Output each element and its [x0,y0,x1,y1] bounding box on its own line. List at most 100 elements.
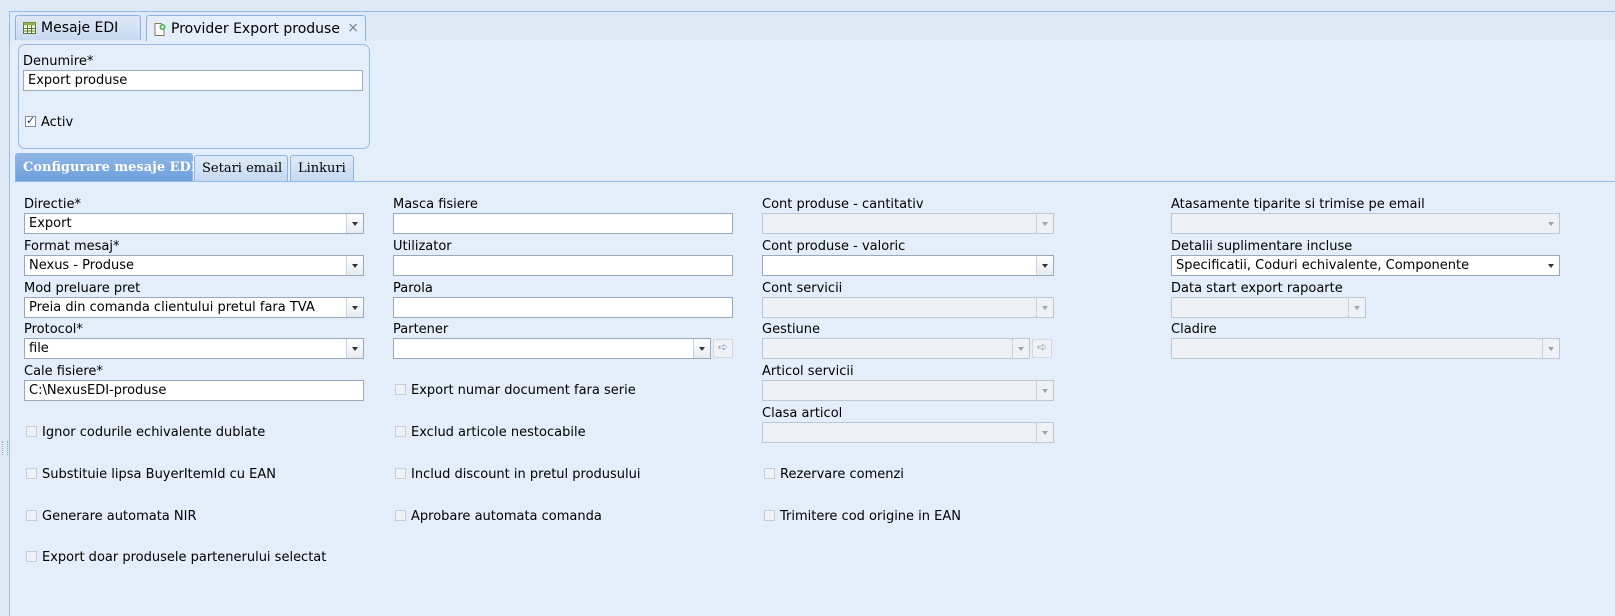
tab-linkuri[interactable]: Linkuri [290,155,354,181]
ignor-coduri-checkbox[interactable] [26,426,37,437]
clasa-articol-combo[interactable] [762,422,1054,443]
partener-open-button[interactable] [713,339,733,358]
chevron-down-icon[interactable] [1348,298,1365,317]
chevron-down-icon[interactable] [1542,339,1559,358]
tab-label: Provider Export produse [171,21,340,37]
chevron-down-icon[interactable] [1012,339,1029,358]
atasamente-combo[interactable] [1171,213,1560,234]
chevron-down-icon[interactable] [1036,381,1053,400]
rezervare-comenzi-checkbox[interactable] [764,468,775,479]
chevron-down-icon[interactable] [346,256,363,275]
splitter-grip[interactable] [2,441,8,455]
parola-field[interactable] [393,297,733,318]
cale-fisiere-label: Cale fisiere* [24,364,103,379]
articol-servicii-label: Articol servicii [762,364,854,379]
partener-label: Partener [393,322,449,337]
chevron-down-icon[interactable] [1036,256,1053,275]
chevron-down-icon[interactable] [346,339,363,358]
tab-label: Setari email [202,161,283,176]
articol-servicii-combo[interactable] [762,380,1054,401]
aprobare-comanda-checkbox[interactable] [395,510,406,521]
masca-fisiere-label: Masca fisiere [393,197,478,212]
close-icon[interactable]: × [347,20,359,36]
cladire-label: Cladire [1171,322,1217,337]
combo-value: Export [29,216,72,231]
denumire-field[interactable]: Export produse [23,70,363,91]
tab-setari-email[interactable]: Setari email [194,155,288,181]
chevron-down-icon[interactable] [1036,298,1053,317]
clasa-articol-label: Clasa articol [762,406,843,421]
top-band [0,0,1615,12]
utilizator-label: Utilizator [393,239,452,254]
tab-divider [14,181,1615,182]
tab-mesaje-edi[interactable]: Mesaje EDI [15,15,141,40]
parola-label: Parola [393,281,433,296]
cont-produse-valoric-combo[interactable] [762,255,1054,276]
format-mesaj-label: Format mesaj* [24,239,120,254]
tab-label: Configurare mesaje EDI [23,160,197,175]
tab-label: Linkuri [298,161,346,176]
partener-combo[interactable] [393,338,711,359]
mod-preluare-pret-label: Mod preluare pret [24,281,141,296]
export-numar-document-label: Export numar document fara serie [411,383,636,398]
gestiune-label: Gestiune [762,322,821,337]
chevron-down-icon[interactable] [346,298,363,317]
chevron-down-icon[interactable] [1543,256,1559,275]
activ-label: Activ [41,115,74,130]
combo-value: Specificatii, Coduri echivalente, Compon… [1176,258,1470,273]
generare-nir-checkbox[interactable] [26,510,37,521]
export-produse-partener-label: Export doar produsele partenerului selec… [42,550,327,565]
gestiune-open-button[interactable] [1032,339,1052,358]
directie-label: Directie* [24,197,82,212]
format-mesaj-combo[interactable]: Nexus - Produse [24,255,364,276]
export-numar-document-checkbox[interactable] [395,384,406,395]
mod-preluare-pret-combo[interactable]: Preia din comanda clientului pretul fara… [24,297,364,318]
exclud-nestocabile-checkbox[interactable] [395,426,406,437]
export-produse-partener-checkbox[interactable] [26,551,37,562]
document-tab-bar: Mesaje EDI Provider Export produse × [10,12,1615,42]
cont-produse-valoric-label: Cont produse - valoric [762,239,906,254]
gestiune-combo[interactable] [762,338,1030,359]
activ-checkbox[interactable] [25,114,36,127]
substituie-buyeritemid-checkbox[interactable] [26,468,37,479]
cont-produse-cantitativ-label: Cont produse - cantitativ [762,197,924,212]
protocol-combo[interactable]: file [24,338,364,359]
tab-provider-export-produse[interactable]: Provider Export produse × [146,15,366,42]
chevron-down-icon[interactable] [1543,214,1559,233]
protocol-label: Protocol* [24,322,83,337]
cladire-combo[interactable] [1171,338,1560,359]
cale-fisiere-field[interactable]: C:\NexusEDI-produse [24,380,364,401]
generare-nir-label: Generare automata NIR [42,509,197,524]
trimitere-cod-origine-checkbox[interactable] [764,510,775,521]
directie-combo[interactable]: Export [24,213,364,234]
tab-label: Mesaje EDI [41,20,119,36]
table-icon [23,22,36,34]
chevron-down-icon[interactable] [1036,423,1053,442]
denumire-label: Denumire* [23,54,94,69]
masca-fisiere-field[interactable] [393,213,733,234]
includ-discount-checkbox[interactable] [395,468,406,479]
combo-value: Nexus - Produse [29,258,135,273]
tab-configurare-mesaje-edi[interactable]: Configurare mesaje EDI [15,153,197,181]
combo-value: Preia din comanda clientului pretul fara… [29,300,315,315]
chevron-down-icon[interactable] [1036,214,1053,233]
document-add-icon [154,22,166,36]
substituie-buyeritemid-label: Substituie lipsa BuyerItemId cu EAN [42,467,277,482]
exclud-nestocabile-label: Exclud articole nestocabile [411,425,586,440]
rezervare-comenzi-label: Rezervare comenzi [780,467,904,482]
data-start-export-combo[interactable] [1171,297,1366,318]
cont-produse-cantitativ-combo[interactable] [762,213,1054,234]
cont-servicii-label: Cont servicii [762,281,843,296]
detalii-suplimentare-label: Detalii suplimentare incluse [1171,239,1353,254]
ignor-coduri-label: Ignor codurile echivalente dublate [42,425,266,440]
chevron-down-icon[interactable] [693,339,710,358]
data-start-export-label: Data start export rapoarte [1171,281,1343,296]
chevron-down-icon[interactable] [346,214,363,233]
atasamente-label: Atasamente tiparite si trimise pe email [1171,197,1425,212]
combo-value: file [29,341,49,356]
trimitere-cod-origine-label: Trimitere cod origine in EAN [780,509,961,524]
detalii-suplimentare-combo[interactable]: Specificatii, Coduri echivalente, Compon… [1171,255,1560,276]
utilizator-field[interactable] [393,255,733,276]
left-collapsed-panel[interactable] [0,11,10,616]
cont-servicii-combo[interactable] [762,297,1054,318]
